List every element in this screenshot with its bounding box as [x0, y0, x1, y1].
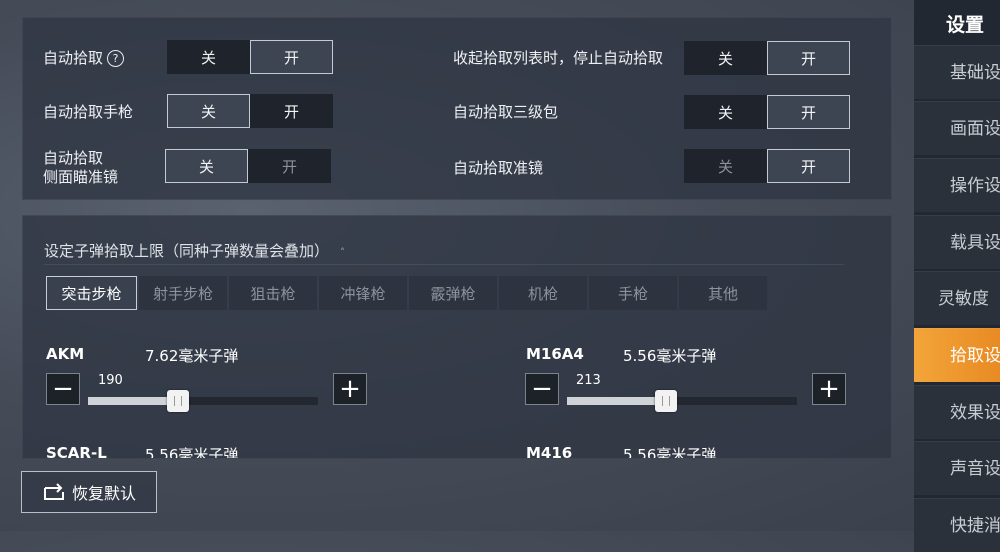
m16a4-slider-fill [567, 397, 666, 405]
auto-pickup-panel: 自动拾取? 关 开 自动拾取手枪 关 开 自动拾取 侧面瞄准镜 关 开 收起拾取… [22, 17, 892, 200]
sidebar-item-sound[interactable]: 声音设 [914, 441, 1000, 495]
gun-name-m16a4: M16A4 [526, 345, 584, 363]
ammo-type-m16a4: 5.56毫米子弹 [623, 347, 717, 365]
ammo-limit-title[interactable]: 设定子弹拾取上限（同种子弹数量会叠加） ˄ [44, 240, 345, 261]
reset-default-button[interactable]: 恢复默认 [21, 471, 157, 513]
weapon-category-tabs: 突击步枪 射手步枪 狙击枪 冲锋枪 霰弹枪 机枪 手枪 其他 [46, 276, 769, 310]
stop-auto-pickup-label: 收起拾取列表时，停止自动拾取 [453, 49, 664, 67]
auto-pickup-side-scope-toggle: 关 开 [165, 149, 331, 183]
m16a4-slider-handle[interactable] [654, 390, 677, 412]
reset-default-label: 恢复默认 [71, 484, 136, 503]
sidebar-item-vehicle[interactable]: 载具设 [914, 215, 1000, 269]
gun-name-akm: AKM [46, 345, 85, 363]
tab-smg[interactable]: 冲锋枪 [319, 276, 407, 310]
sidebar-item-sensitivity[interactable]: 灵敏度 [914, 271, 1000, 325]
m16a4-limit-value: 213 [576, 373, 601, 388]
akm-limit-value: 190 [98, 373, 123, 388]
auto-pickup-pistol-on-button[interactable]: 开 [250, 94, 333, 128]
sidebar-item-effects[interactable]: 效果设 [914, 385, 1000, 439]
ammo-type-akm: 7.62毫米子弹 [145, 347, 239, 365]
auto-pickup-scope-on-button[interactable]: 开 [767, 149, 850, 183]
akm-increase-button[interactable]: + [333, 373, 367, 405]
stop-auto-pickup-toggle: 关 开 [684, 41, 850, 75]
tab-shotgun[interactable]: 霰弹枪 [409, 276, 497, 310]
auto-pickup-side-scope-off-button[interactable]: 关 [165, 149, 248, 183]
sidebar-item-pickup[interactable]: 拾取设 [914, 328, 1000, 382]
akm-slider-handle[interactable] [166, 390, 189, 412]
section-divider [44, 264, 844, 265]
sidebar-item-quick-message[interactable]: 快捷消 [914, 498, 1000, 552]
auto-pickup-level3-bag-on-button[interactable]: 开 [767, 95, 850, 129]
auto-pickup-off-button[interactable]: 关 [167, 40, 250, 74]
auto-pickup-level3-bag-toggle: 关 开 [684, 95, 850, 129]
stop-auto-pickup-off-button[interactable]: 关 [684, 41, 767, 75]
auto-pickup-scope-toggle: 关 开 [684, 149, 850, 183]
ammo-limit-panel: 设定子弹拾取上限（同种子弹数量会叠加） ˄ 突击步枪 射手步枪 狙击枪 冲锋枪 … [22, 215, 892, 459]
auto-pickup-pistol-label: 自动拾取手枪 [43, 103, 134, 121]
m16a4-decrease-button[interactable]: − [525, 373, 559, 405]
tab-machine-gun[interactable]: 机枪 [499, 276, 587, 310]
auto-pickup-level3-bag-off-button[interactable]: 关 [684, 95, 767, 129]
collapse-caret-icon[interactable]: ˄ [340, 246, 346, 259]
auto-pickup-pistol-off-button[interactable]: 关 [167, 94, 250, 128]
auto-pickup-label: 自动拾取? [43, 49, 125, 68]
sidebar-item-graphics[interactable]: 画面设 [914, 101, 1000, 155]
auto-pickup-level3-bag-label: 自动拾取三级包 [453, 103, 559, 121]
auto-pickup-toggle: 关 开 [167, 40, 333, 74]
gun-name-m416: M416 [526, 444, 573, 459]
auto-pickup-pistol-toggle: 关 开 [167, 94, 333, 128]
help-icon[interactable]: ? [107, 50, 125, 67]
tab-marksman-rifle[interactable]: 射手步枪 [139, 276, 227, 310]
akm-slider-fill [88, 397, 178, 405]
auto-pickup-on-button[interactable]: 开 [250, 40, 333, 74]
tab-sniper-rifle[interactable]: 狙击枪 [229, 276, 317, 310]
reset-arrow-icon [43, 483, 64, 500]
tab-other[interactable]: 其他 [679, 276, 767, 310]
auto-pickup-side-scope-label: 自动拾取 侧面瞄准镜 [43, 149, 119, 186]
ammo-type-m416: 5.56毫米子弹 [623, 446, 717, 459]
m16a4-limit-slider[interactable] [567, 390, 797, 412]
stop-auto-pickup-on-button[interactable]: 开 [767, 41, 850, 75]
sidebar-item-basic[interactable]: 基础设 [914, 45, 1000, 99]
auto-pickup-scope-off-button[interactable]: 关 [684, 149, 767, 183]
sidebar-title: 设置 [946, 14, 985, 36]
tab-pistol[interactable]: 手枪 [589, 276, 677, 310]
gun-name-scar-l: SCAR-L [46, 444, 107, 459]
ammo-type-scar-l: 5.56毫米子弹 [145, 446, 239, 459]
sidebar-item-controls[interactable]: 操作设 [914, 158, 1000, 212]
m16a4-increase-button[interactable]: + [812, 373, 846, 405]
auto-pickup-side-scope-on-button[interactable]: 开 [248, 149, 331, 183]
auto-pickup-scope-label: 自动拾取准镜 [453, 159, 544, 177]
settings-sidebar: 设置 基础设 画面设 操作设 载具设 灵敏度 拾取设 效果设 声音设 快捷消 [914, 0, 1000, 552]
akm-decrease-button[interactable]: − [46, 373, 80, 405]
tab-assault-rifle[interactable]: 突击步枪 [46, 276, 137, 310]
akm-limit-slider[interactable] [88, 390, 318, 412]
